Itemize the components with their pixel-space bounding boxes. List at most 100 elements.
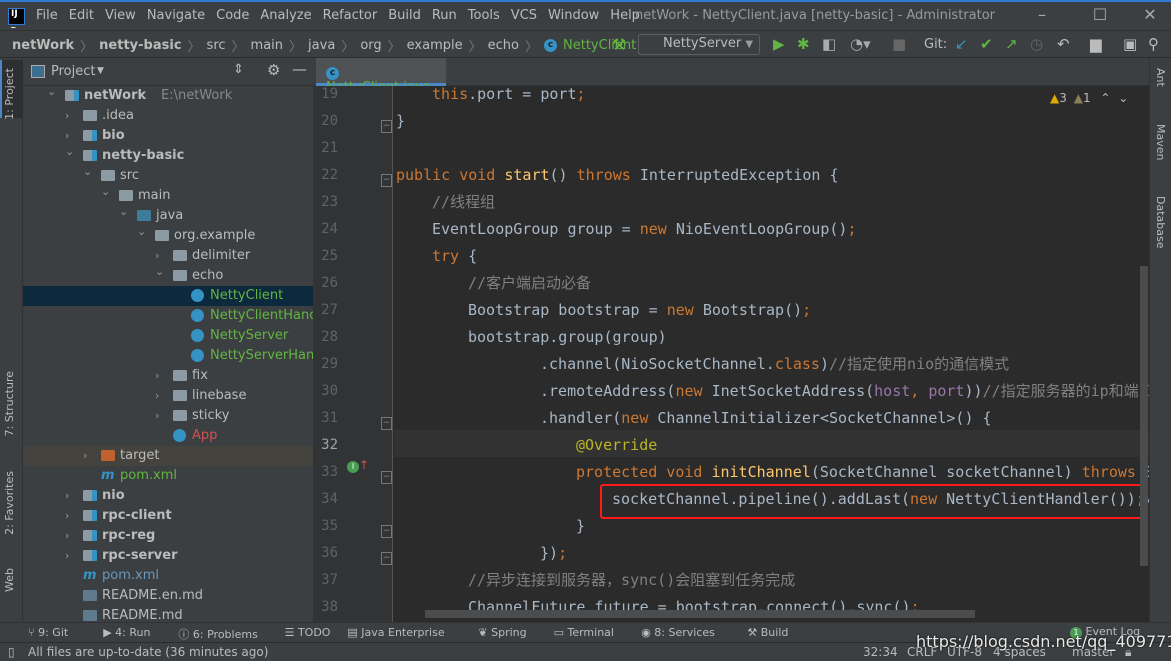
chevron-down-icon[interactable]: ▼ [97,66,104,76]
chevron-right-icon[interactable]: › [155,406,167,426]
chevron-right-icon[interactable]: › [155,366,167,386]
gear-icon[interactable]: ⚙ [267,61,280,79]
chevron-down-icon[interactable]: ⌄ [137,222,149,242]
vertical-scrollbar[interactable] [1140,266,1148,566]
tree-item[interactable]: ⌄ netWork E:\netWork [23,86,313,106]
tool-spring-button[interactable]: ❦ Spring [478,626,526,639]
terminal-window-icon[interactable]: ▣ [1123,35,1137,53]
chevron-down-icon[interactable]: ⌄ [119,202,131,222]
tool-terminal-button[interactable]: ▭ Terminal [554,626,614,639]
tool-tab-project[interactable]: 1: Project [3,68,16,120]
fold-marker-icon[interactable]: − [381,174,392,187]
chevron-right-icon[interactable]: › [65,546,77,566]
menu-refactor[interactable]: Refactor [323,8,378,23]
previous-highlight-icon[interactable]: ⌃ [1100,91,1110,105]
chevron-down-icon[interactable]: ⌄ [155,262,167,282]
fold-marker-icon[interactable]: − [381,417,392,430]
project-structure-icon[interactable]: ▆ [1090,35,1102,53]
tree-item[interactable]: › target [23,446,313,466]
fold-marker-icon[interactable]: − [381,525,392,538]
breadcrumb-item[interactable]: example [407,38,463,53]
fold-marker-icon[interactable]: − [381,120,392,133]
close-button[interactable]: ✕ [1140,5,1160,25]
tree-item[interactable]: ⌄ org.example [23,225,313,246]
menu-navigate[interactable]: Navigate [147,8,205,23]
minimize-button[interactable]: – [1032,5,1052,25]
tree-item[interactable]: m pom.xml [23,566,313,586]
coverage-icon[interactable]: ◧ [822,35,836,53]
tool-tab-maven[interactable]: Maven [1154,124,1167,160]
tab-nettyclient-java[interactable]: c NettyClient.java ✕ [316,58,446,110]
tree-item[interactable]: › .idea [23,106,313,126]
override-arrow-icon[interactable]: ↑ [359,458,369,472]
run-config-select[interactable]: NettyServer ▼ [638,34,760,55]
tool-tab-favorites[interactable]: 2: Favorites [3,471,16,535]
git-update-icon[interactable]: ↙ [955,35,968,53]
menu-run[interactable]: Run [432,8,457,23]
tool-problems-button[interactable]: ⓘ 6: Problems [178,626,257,642]
chevron-right-icon[interactable]: › [65,486,77,506]
inspection-widget[interactable]: ▲3 ▲1 ⌃ ⌄ [1050,91,1128,105]
menu-file[interactable]: File [36,8,58,23]
menu-code[interactable]: Code [216,8,249,23]
tree-item[interactable]: › fix [23,366,313,386]
tool-tab-ant[interactable]: Ant [1154,68,1167,87]
fold-marker-icon[interactable]: − [381,471,392,484]
tree-item[interactable]: › linebase [23,386,313,406]
git-push-icon[interactable]: ↗ [1005,35,1018,53]
tool-tab-structure[interactable]: 7: Structure [3,371,16,436]
tree-item[interactable]: NettyClientHandler [23,306,313,326]
menu-analyze[interactable]: Analyze [260,8,311,23]
tool-javaenterprise-button[interactable]: ▤ Java Enterprise [347,626,444,639]
chevron-right-icon[interactable]: › [65,106,77,126]
tool-todo-button[interactable]: ☰ TODO [285,626,331,639]
breadcrumb-item[interactable]: main [251,38,283,53]
tree-item[interactable]: › delimiter [23,246,313,266]
tree-item[interactable]: ⌄ echo [23,265,313,286]
breadcrumb-item[interactable]: src [207,38,226,53]
tool-build-button[interactable]: ⚒ Build [747,626,788,639]
breadcrumb-item[interactable]: java [308,38,335,53]
stop-icon[interactable]: ■ [892,35,906,53]
menu-tools[interactable]: Tools [468,8,500,23]
tree-item[interactable]: ⌄ netty-basic [23,145,313,166]
caret-position[interactable]: 32:34 [863,645,898,659]
fold-marker-icon[interactable]: − [381,552,392,565]
code-editor[interactable]: 19 20−21 22−23 24 25 26 27 28 29 30 31−32 33−34 35−3… [313,86,1149,622]
project-view-select[interactable]: Project [51,64,95,79]
menu-view[interactable]: View [105,8,136,23]
tool-run-button[interactable]: ▶ 4: Run [103,626,150,639]
chevron-down-icon[interactable]: ⌄ [65,142,77,162]
menu-window[interactable]: Window [548,8,599,23]
chevron-right-icon[interactable]: › [155,386,167,406]
menu-build[interactable]: Build [388,8,421,23]
chevron-right-icon[interactable]: › [83,446,95,466]
tool-tab-web[interactable]: Web [3,568,16,592]
tree-item[interactable]: App [23,426,313,446]
breadcrumb-item[interactable]: echo [488,38,519,53]
build-hammer-icon[interactable]: ⚒ [612,35,626,54]
tree-item[interactable]: NettyServerHandler [23,346,313,366]
tree-item[interactable]: › rpc-reg [23,526,313,546]
chevron-down-icon[interactable]: ⌄ [101,182,113,202]
run-icon[interactable]: ▶ [773,35,785,53]
tool-git-button[interactable]: ⑂ 9: Git [28,626,68,639]
horizontal-scrollbar[interactable] [425,610,975,618]
tree-item[interactable]: ⌄ main [23,185,313,206]
next-highlight-icon[interactable]: ⌄ [1118,91,1128,105]
implements-icon[interactable]: I [347,461,359,473]
tree-item[interactable]: ⌄ src [23,165,313,186]
chevron-right-icon[interactable]: › [65,506,77,526]
tree-item[interactable]: NettyServer [23,326,313,346]
breadcrumb-item[interactable]: netty-basic [99,38,181,53]
tree-item[interactable]: README.md [23,606,313,622]
menu-vcs[interactable]: VCS [511,8,537,23]
chevron-down-icon[interactable]: ⌄ [83,162,95,182]
rollback-icon[interactable]: ↶ [1057,35,1070,53]
debug-bug-icon[interactable]: ✱ [797,35,810,53]
menu-edit[interactable]: Edit [69,8,94,23]
profiler-icon[interactable]: ◔▾ [850,35,871,53]
tree-item[interactable]: › nio [23,486,313,506]
collapse-all-icon[interactable]: ⇕ [233,62,244,77]
history-icon[interactable]: ◷ [1030,35,1043,53]
